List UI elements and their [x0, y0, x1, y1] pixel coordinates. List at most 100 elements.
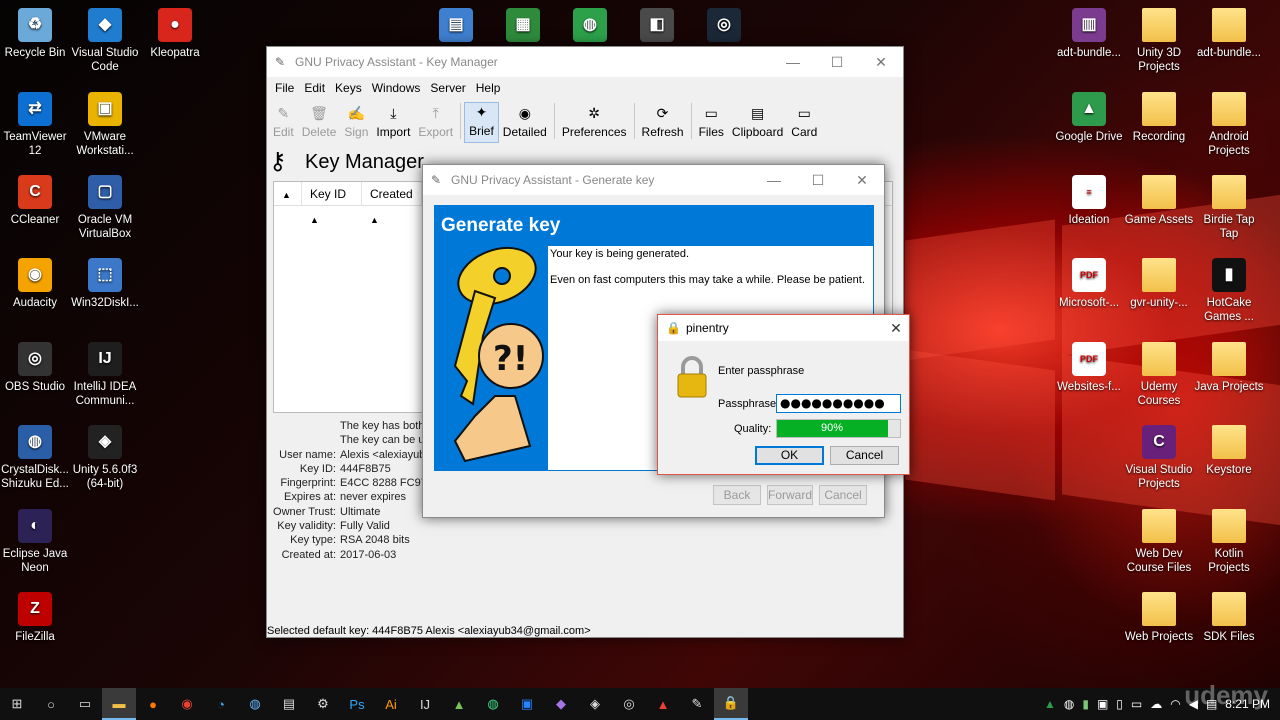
column-header[interactable]: ▲: [274, 181, 302, 206]
desktop-icon[interactable]: ▣ VMware Workstati...: [70, 92, 140, 158]
photoshop-icon[interactable]: Ps: [340, 688, 374, 720]
desktop-icon[interactable]: ▮ HotCake Games ...: [1194, 258, 1264, 324]
visual-studio-icon[interactable]: ◆: [544, 688, 578, 720]
ok-button[interactable]: OK: [755, 446, 824, 465]
maximize-icon[interactable]: ☐: [796, 166, 840, 194]
pinentry-titlebar[interactable]: 🔒 pinentry ✕: [658, 315, 909, 341]
desktop-icon[interactable]: ⇄ TeamViewer 12: [0, 92, 70, 158]
menu-file[interactable]: File: [271, 81, 298, 95]
desktop-icon[interactable]: PDF Websites-f...: [1054, 342, 1124, 394]
desktop-icon[interactable]: ◉ Audacity: [0, 258, 70, 310]
desktop-icon[interactable]: ◍ CrystalDisk... Shizuku Ed...: [0, 425, 70, 491]
import-button[interactable]: ⤓ Import: [372, 104, 414, 143]
desktop-icon[interactable]: Recording: [1124, 92, 1194, 144]
file-explorer-icon[interactable]: ▬: [102, 688, 136, 720]
tray-icon[interactable]: ◍: [1064, 697, 1074, 711]
search-icon[interactable]: ○: [34, 688, 68, 720]
desktop-icon[interactable]: ▲ Google Drive: [1054, 92, 1124, 144]
sign-button[interactable]: ✍ Sign: [340, 104, 372, 143]
menu-help[interactable]: Help: [472, 81, 505, 95]
desktop-icon[interactable]: ◐ Eclipse Java Neon: [0, 509, 70, 575]
obs-icon[interactable]: ◎: [612, 688, 646, 720]
desktop-icon[interactable]: PDF Microsoft-...: [1054, 258, 1124, 310]
desktop-icon[interactable]: Game Assets: [1124, 175, 1194, 227]
google-drive-tray-icon[interactable]: ▲: [1044, 697, 1056, 711]
battery-icon[interactable]: ▭: [1131, 697, 1142, 711]
passphrase-input[interactable]: ●●●●●●●●●●: [776, 394, 901, 413]
wifi-icon[interactable]: ◠: [1170, 697, 1180, 711]
desktop-icon[interactable]: ◈ Unity 5.6.0f3 (64-bit): [70, 425, 140, 491]
desktop-icon[interactable]: Keystore: [1194, 425, 1264, 477]
tray-icon[interactable]: ▮: [1082, 697, 1089, 711]
cloud-icon[interactable]: ☁: [1150, 697, 1162, 711]
column-header[interactable]: Key ID ▲: [302, 181, 362, 225]
desktop-icon[interactable]: Web Dev Course Files: [1124, 509, 1194, 575]
desktop-icon[interactable]: ▥ adt-bundle...: [1054, 8, 1124, 60]
desktop-icon[interactable]: gvr-unity-...: [1124, 258, 1194, 310]
desktop-icon[interactable]: ▢ Oracle VM VirtualBox: [70, 175, 140, 241]
close-icon[interactable]: ✕: [883, 320, 909, 337]
card-button[interactable]: ▭ Card: [787, 104, 821, 143]
tray-icon[interactable]: ▣: [1097, 697, 1108, 711]
brief-button[interactable]: ✦ Brief: [464, 102, 499, 143]
desktop-icon[interactable]: C Visual Studio Projects: [1124, 425, 1194, 491]
globe-icon[interactable]: ◍: [238, 688, 272, 720]
refresh-button[interactable]: ⟳ Refresh: [638, 104, 688, 143]
minimize-icon[interactable]: —: [771, 48, 815, 76]
clipboard-button[interactable]: ▤ Clipboard: [728, 104, 787, 143]
desktop-icon[interactable]: ⬚ Win32DiskI...: [70, 258, 140, 310]
unity-icon[interactable]: ◈: [578, 688, 612, 720]
menu-edit[interactable]: Edit: [300, 81, 329, 95]
desktop-icon[interactable]: ◍: [555, 8, 625, 46]
android-studio-icon[interactable]: ◍: [476, 688, 510, 720]
menu-server[interactable]: Server: [426, 81, 469, 95]
desktop-icon[interactable]: adt-bundle...: [1194, 8, 1264, 60]
desktop-icon[interactable]: C CCleaner: [0, 175, 70, 227]
illustrator-icon[interactable]: Ai: [374, 688, 408, 720]
desktop-icon[interactable]: ● Kleopatra: [140, 8, 210, 60]
terminal-icon[interactable]: ▤: [272, 688, 306, 720]
desktop-icon[interactable]: ▤: [421, 8, 491, 46]
chrome-icon[interactable]: ◉: [170, 688, 204, 720]
desktop-icon[interactable]: Birdie Tap Tap: [1194, 175, 1264, 241]
maximize-icon[interactable]: ☐: [815, 48, 859, 76]
files-button[interactable]: ▭ Files: [695, 104, 728, 143]
key-manager-titlebar[interactable]: ✎ GNU Privacy Assistant - Key Manager — …: [267, 47, 903, 77]
desktop-icon[interactable]: Z FileZilla: [0, 592, 70, 644]
desktop-icon[interactable]: ▦: [488, 8, 558, 46]
desktop-icon[interactable]: Unity 3D Projects: [1124, 8, 1194, 74]
edit-button[interactable]: ✎ Edit: [269, 104, 298, 143]
close-icon[interactable]: ✕: [840, 166, 884, 194]
edge-icon[interactable]: ◔: [204, 688, 238, 720]
gear-icon[interactable]: ⚙: [306, 688, 340, 720]
desktop-icon[interactable]: Udemy Courses: [1124, 342, 1194, 408]
column-header[interactable]: Created ▲: [362, 181, 422, 225]
desktop-icon[interactable]: SDK Files: [1194, 592, 1264, 644]
start-icon[interactable]: ⊞: [0, 688, 34, 720]
intellij-icon[interactable]: IJ: [408, 688, 442, 720]
menu-keys[interactable]: Keys: [331, 81, 366, 95]
desktop-icon[interactable]: ◆ Visual Studio Code: [70, 8, 140, 74]
cancel-button[interactable]: Cancel: [819, 485, 867, 505]
desktop-icon[interactable]: Java Projects: [1194, 342, 1264, 394]
back-button[interactable]: Back: [713, 485, 761, 505]
app-icon[interactable]: ▲: [646, 688, 680, 720]
detailed-button[interactable]: ◉ Detailed: [499, 104, 551, 143]
menu-windows[interactable]: Windows: [368, 81, 425, 95]
desktop-icon[interactable]: ≡ Ideation: [1054, 175, 1124, 227]
delete-button[interactable]: 🗑 Delete: [298, 104, 341, 143]
preferences-button[interactable]: ✲ Preferences: [558, 104, 631, 143]
task-view-icon[interactable]: ▭: [68, 688, 102, 720]
close-icon[interactable]: ✕: [859, 48, 903, 76]
tray-icon[interactable]: ▯: [1116, 697, 1123, 711]
minimize-icon[interactable]: —: [752, 166, 796, 194]
android-icon[interactable]: ▲: [442, 688, 476, 720]
desktop-icon[interactable]: Kotlin Projects: [1194, 509, 1264, 575]
desktop-icon[interactable]: Web Projects: [1124, 592, 1194, 644]
desktop-icon[interactable]: ◎ OBS Studio: [0, 342, 70, 394]
sourcetree-icon[interactable]: ▣: [510, 688, 544, 720]
pinentry-taskbar-icon[interactable]: 🔒: [714, 688, 748, 720]
forward-button[interactable]: Forward: [767, 485, 813, 505]
desktop-icon[interactable]: Android Projects: [1194, 92, 1264, 158]
cancel-button[interactable]: Cancel: [830, 446, 899, 465]
